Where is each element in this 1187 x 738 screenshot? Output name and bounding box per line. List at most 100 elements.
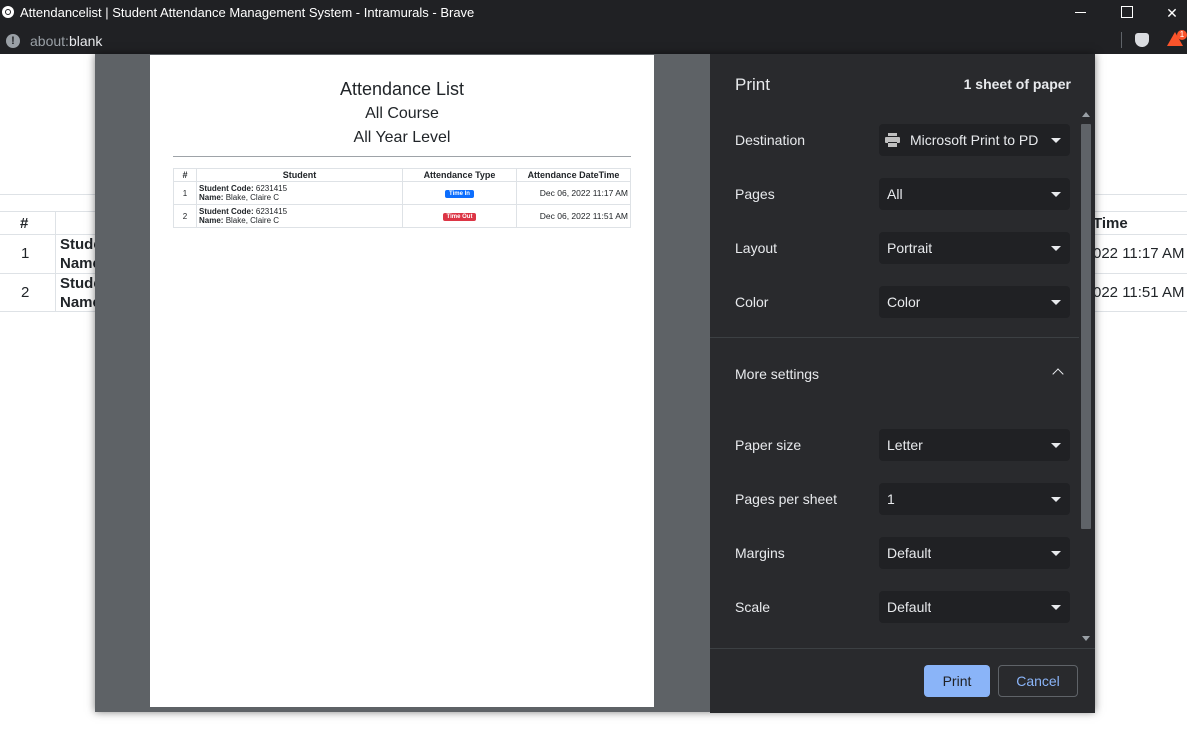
- student-code: 6231415: [255, 184, 288, 193]
- preview-divider: [173, 156, 631, 157]
- scale-value: Default: [887, 599, 932, 615]
- chevron-down-icon: [1051, 300, 1061, 305]
- row-num: 2: [173, 204, 197, 228]
- chevron-down-icon: [1051, 138, 1061, 143]
- print-preview-page: Attendance List All Course All Year Leve…: [150, 55, 654, 707]
- browser-globe-icon: [2, 6, 14, 18]
- pages-per-sheet-label: Pages per sheet: [735, 491, 837, 507]
- chevron-down-icon: [1051, 551, 1061, 556]
- time-out-badge: Time Out: [442, 213, 477, 221]
- row-num: 1: [173, 181, 197, 205]
- row-datetime: Dec 06, 2022 11:17 AM: [516, 181, 631, 205]
- scroll-up-arrow-icon[interactable]: [1082, 112, 1090, 117]
- row-student: Student Code: 6231415 Name: Blake, Clair…: [196, 204, 403, 228]
- chevron-down-icon: [1051, 497, 1061, 502]
- settings-scrollbar-thumb[interactable]: [1081, 124, 1091, 529]
- paper-size-label: Paper size: [735, 437, 802, 453]
- row-student: Student Code: 6231415 Name: Blake, Clair…: [196, 181, 403, 205]
- rewards-badge: 1: [1177, 30, 1187, 40]
- window-title: Attendancelist | Student Attendance Mana…: [20, 5, 475, 20]
- destination-label: Destination: [735, 132, 806, 148]
- margins-value: Default: [887, 545, 932, 561]
- student-name: Blake, Claire C: [225, 216, 280, 225]
- name-label: Name:: [199, 193, 224, 202]
- window-titlebar: Attendancelist | Student Attendance Mana…: [0, 0, 1187, 26]
- paper-size-select[interactable]: Letter: [879, 429, 1070, 461]
- preview-attendance-table: # Student Attendance Type Attendance Dat…: [173, 168, 631, 228]
- chevron-down-icon: [1051, 246, 1061, 251]
- preview-title: Attendance List: [339, 79, 465, 99]
- student-name: Blake, Claire C: [225, 193, 280, 202]
- table-header-time: Time: [1093, 215, 1128, 232]
- row-time: 022 11:51 AM: [1093, 284, 1185, 301]
- margins-select[interactable]: Default: [879, 537, 1070, 569]
- code-label: Student Code:: [199, 184, 254, 193]
- toolbar-divider: [1121, 32, 1122, 48]
- row-number: 1: [21, 245, 30, 262]
- close-icon: ✕: [1166, 5, 1178, 21]
- preview-year-level: All Year Level: [353, 129, 451, 146]
- header-datetime: Attendance DateTime: [516, 168, 631, 182]
- chevron-up-icon[interactable]: [1052, 368, 1064, 380]
- scale-select[interactable]: Default: [879, 591, 1070, 623]
- sheet-count: 1 sheet of paper: [963, 76, 1071, 92]
- chevron-down-icon: [1051, 605, 1061, 610]
- pages-per-sheet-select[interactable]: 1: [879, 483, 1070, 515]
- pages-select[interactable]: All: [879, 178, 1070, 210]
- header-student: Student: [196, 168, 403, 182]
- table-header-hash: #: [20, 215, 29, 232]
- preview-course: All Course: [365, 105, 439, 122]
- margins-label: Margins: [735, 545, 785, 561]
- name-label: Name:: [199, 216, 224, 225]
- code-label: Student Code:: [199, 207, 254, 216]
- time-in-badge: Time In: [445, 190, 474, 198]
- print-title: Print: [735, 75, 770, 94]
- maximize-icon: [1121, 6, 1133, 18]
- row-number: 2: [21, 284, 30, 301]
- table-row: 1 Student Code: 6231415 Name: Blake, Cla…: [173, 181, 631, 205]
- color-value: Color: [887, 294, 921, 310]
- row-type: Time Out: [402, 204, 517, 228]
- url-field[interactable]: about:blank: [30, 33, 102, 49]
- brave-shields-icon[interactable]: [1135, 33, 1149, 47]
- table-header-row: # Student Attendance Type Attendance Dat…: [173, 168, 631, 182]
- pages-value: All: [887, 186, 903, 202]
- chevron-down-icon: [1051, 443, 1061, 448]
- settings-divider: [710, 337, 1080, 338]
- close-window-button[interactable]: ✕: [1149, 0, 1187, 26]
- site-info-icon[interactable]: !: [6, 34, 20, 48]
- row-datetime: Dec 06, 2022 11:51 AM: [516, 204, 631, 228]
- student-code: 6231415: [255, 207, 288, 216]
- paper-size-value: Letter: [887, 437, 923, 453]
- layout-select[interactable]: Portrait: [879, 232, 1070, 264]
- header-num: #: [173, 168, 197, 182]
- layout-value: Portrait: [887, 240, 933, 256]
- minimize-icon: [1075, 12, 1086, 13]
- printer-icon: [885, 133, 900, 147]
- address-bar: ! about:blank 1: [0, 26, 1187, 54]
- destination-value: Microsoft Print to PD: [910, 132, 1039, 148]
- chevron-down-icon: [1051, 192, 1061, 197]
- url-path: blank: [68, 33, 103, 49]
- maximize-button[interactable]: [1103, 0, 1149, 26]
- header-type: Attendance Type: [402, 168, 517, 182]
- minimize-button[interactable]: [1057, 0, 1103, 26]
- print-dialog: Attendance List All Course All Year Leve…: [95, 54, 1095, 713]
- dialog-footer: Print Cancel: [710, 648, 1095, 713]
- table-border: [55, 211, 56, 311]
- destination-select[interactable]: Microsoft Print to PD: [879, 124, 1070, 156]
- pages-per-sheet-value: 1: [887, 491, 895, 507]
- cancel-button[interactable]: Cancel: [998, 665, 1078, 697]
- more-settings-toggle[interactable]: More settings: [735, 366, 819, 382]
- row-time: 022 11:17 AM: [1093, 245, 1185, 262]
- print-settings-panel: Print 1 sheet of paper Destination Micro…: [710, 54, 1095, 713]
- pages-label: Pages: [735, 186, 775, 202]
- scroll-down-arrow-icon[interactable]: [1082, 636, 1090, 641]
- print-button[interactable]: Print: [924, 665, 990, 697]
- scale-label: Scale: [735, 599, 771, 615]
- row-type: Time In: [402, 181, 517, 205]
- url-scheme: about:: [30, 33, 69, 49]
- layout-label: Layout: [735, 240, 778, 256]
- color-select[interactable]: Color: [879, 286, 1070, 318]
- table-row: 2 Student Code: 6231415 Name: Blake, Cla…: [173, 204, 631, 228]
